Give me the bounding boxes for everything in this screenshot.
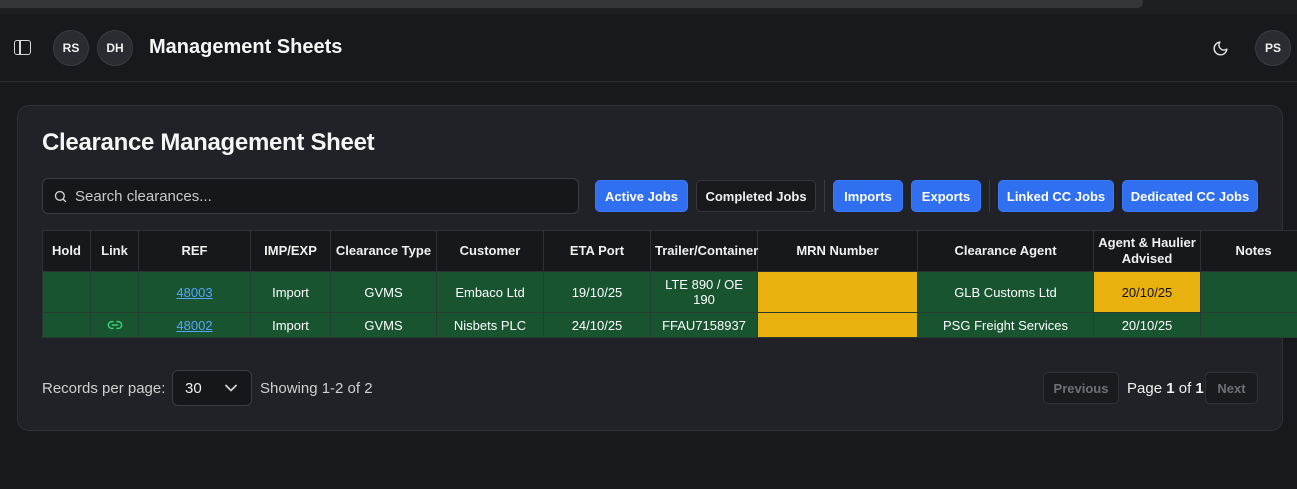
imports-button[interactable]: Imports xyxy=(833,180,903,212)
avatar-dh[interactable]: DH xyxy=(97,30,133,66)
card-title: Clearance Management Sheet xyxy=(42,129,375,156)
table-row[interactable]: 48003 Import GVMS Embaco Ltd 19/10/25 LT… xyxy=(42,271,1297,313)
previous-button[interactable]: Previous xyxy=(1043,372,1119,404)
showing-count: Showing 1-2 of 2 xyxy=(260,380,373,397)
cell-eta-port: 24/10/25 xyxy=(543,312,651,338)
search-input[interactable] xyxy=(75,179,570,213)
chevron-down-icon xyxy=(225,384,237,392)
cell-advised[interactable]: 20/10/25 xyxy=(1093,271,1201,313)
col-header-imp-exp[interactable]: IMP/EXP xyxy=(250,230,331,272)
cell-agent: GLB Customs Ltd xyxy=(917,271,1094,313)
page-current: 1 xyxy=(1166,380,1175,397)
table-header-row: Hold Link REF IMP/EXP Clearance Type Cus… xyxy=(42,230,1297,272)
page-total: 1 xyxy=(1195,380,1204,397)
filter-divider xyxy=(989,180,990,212)
cell-ref: 48003 xyxy=(138,271,251,313)
exports-button[interactable]: Exports xyxy=(911,180,981,212)
cell-mrn[interactable] xyxy=(757,271,918,313)
col-header-customer[interactable]: Customer xyxy=(436,230,544,272)
browser-chrome-strip xyxy=(0,0,1297,14)
col-header-hold[interactable]: Hold xyxy=(42,230,91,272)
cell-customer: Nisbets PLC xyxy=(436,312,544,338)
col-header-eta-port[interactable]: ETA Port xyxy=(543,230,651,272)
per-page-value: 30 xyxy=(185,380,202,397)
cell-ref: 48002 xyxy=(138,312,251,338)
user-avatar[interactable]: PS xyxy=(1255,30,1291,66)
moon-icon[interactable] xyxy=(1212,40,1229,57)
table-row[interactable]: 48002 Import GVMS Nisbets PLC 24/10/25 F… xyxy=(42,312,1297,338)
col-header-trailer[interactable]: Trailer/Container xyxy=(650,230,758,272)
search-icon xyxy=(54,190,67,203)
avatar-rs[interactable]: RS xyxy=(53,30,89,66)
col-header-advised[interactable]: Agent & Haulier Advised xyxy=(1093,230,1201,272)
clearance-card: Clearance Management Sheet Active Jobs C… xyxy=(17,105,1297,431)
next-button[interactable]: Next xyxy=(1205,372,1258,404)
col-header-agent[interactable]: Clearance Agent xyxy=(917,230,1094,272)
col-header-mrn[interactable]: MRN Number xyxy=(757,230,918,272)
filter-divider xyxy=(824,180,825,212)
dedicated-cc-jobs-button[interactable]: Dedicated CC Jobs xyxy=(1122,180,1258,212)
cell-notes[interactable] xyxy=(1200,271,1297,313)
app-header: RS DH Management Sheets PS xyxy=(0,14,1297,82)
cell-mrn[interactable] xyxy=(757,312,918,338)
cell-agent: PSG Freight Services xyxy=(917,312,1094,338)
records-per-page-select[interactable]: 30 xyxy=(172,370,252,406)
linked-cc-jobs-button[interactable]: Linked CC Jobs xyxy=(998,180,1114,212)
browser-address-bar xyxy=(0,0,1143,8)
page-prefix: Page xyxy=(1127,380,1163,397)
cell-trailer: LTE 890 / OE 190 xyxy=(650,271,758,313)
sidebar-toggle-icon[interactable] xyxy=(14,40,31,55)
page-of: of xyxy=(1178,380,1192,397)
cell-hold[interactable] xyxy=(42,312,91,338)
records-per-page-label: Records per page: xyxy=(42,380,166,397)
col-header-clearance-type[interactable]: Clearance Type xyxy=(330,230,437,272)
cell-imp-exp: Import xyxy=(250,312,331,338)
page-indicator: Page 1 of 1 xyxy=(1127,380,1204,397)
cell-clearance-type: GVMS xyxy=(330,271,437,313)
cell-trailer: FFAU7158937 xyxy=(650,312,758,338)
link-icon[interactable] xyxy=(107,317,123,333)
clearance-table: Hold Link REF IMP/EXP Clearance Type Cus… xyxy=(42,230,1297,338)
ref-link[interactable]: 48002 xyxy=(176,318,212,333)
cell-hold[interactable] xyxy=(42,271,91,313)
active-jobs-button[interactable]: Active Jobs xyxy=(595,180,688,212)
cell-link[interactable] xyxy=(90,312,139,338)
col-header-notes[interactable]: Notes xyxy=(1200,230,1297,272)
cell-advised[interactable]: 20/10/25 xyxy=(1093,312,1201,338)
search-field[interactable] xyxy=(42,178,579,214)
col-header-ref[interactable]: REF xyxy=(138,230,251,272)
ref-link[interactable]: 48003 xyxy=(176,285,212,300)
cell-customer: Embaco Ltd xyxy=(436,271,544,313)
cell-imp-exp: Import xyxy=(250,271,331,313)
completed-jobs-button[interactable]: Completed Jobs xyxy=(696,180,816,212)
col-header-link[interactable]: Link xyxy=(90,230,139,272)
page-title: Management Sheets xyxy=(149,36,343,58)
cell-eta-port: 19/10/25 xyxy=(543,271,651,313)
cell-link[interactable] xyxy=(90,271,139,313)
cell-notes[interactable] xyxy=(1200,312,1297,338)
cell-clearance-type: GVMS xyxy=(330,312,437,338)
